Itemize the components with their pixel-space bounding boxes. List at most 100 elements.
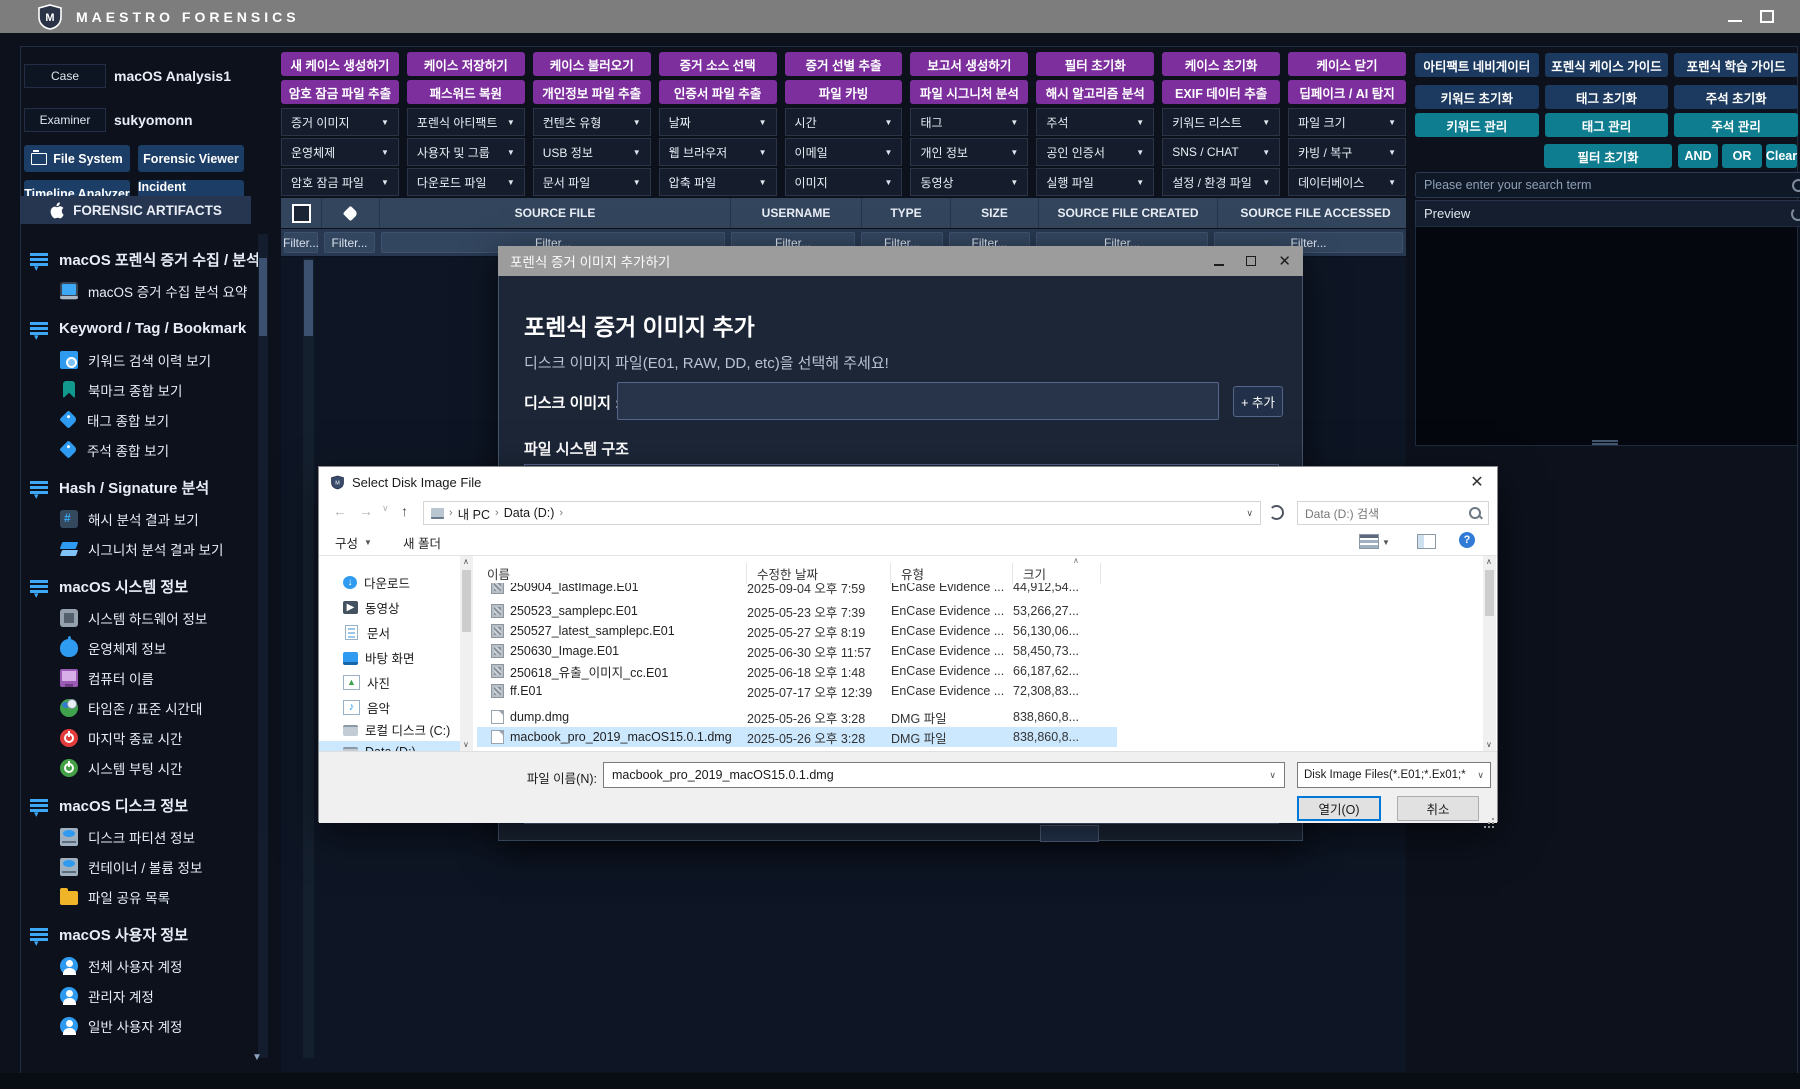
sidebar-section[interactable]: macOS 디스크 정보 <box>30 793 260 817</box>
sidebar-item[interactable]: 마지막 종료 시간 <box>60 727 260 748</box>
sidebar-item[interactable]: 전체 사용자 계정 <box>60 955 260 976</box>
tree-item[interactable]: 로컬 디스크 (C:) <box>319 719 459 740</box>
action-button[interactable]: EXIF 데이터 추출 <box>1162 80 1280 104</box>
panel-button[interactable]: 포렌식 케이스 가이드 <box>1545 53 1669 77</box>
list-scrollbar[interactable]: ∧ ∨ <box>1483 556 1496 751</box>
chevron-down-icon[interactable]: ∨ <box>1269 770 1276 781</box>
list-column-header[interactable]: 수정한 날짜 <box>747 563 891 584</box>
search-icon[interactable] <box>1792 179 1800 192</box>
sidebar-item[interactable]: 키워드 검색 이력 보기 <box>60 349 260 370</box>
filter-dropdown[interactable]: 개인 정보▼ <box>910 138 1028 166</box>
tree-item[interactable]: ♪음악 <box>319 697 459 718</box>
filter-dropdown[interactable]: 공인 인증서▼ <box>1036 138 1154 166</box>
refresh-icon[interactable] <box>1269 505 1284 520</box>
maximize-button[interactable] <box>1760 10 1774 23</box>
resize-grip[interactable] <box>1492 818 1494 820</box>
disk-image-input[interactable] <box>617 382 1219 420</box>
column-header[interactable]: USERNAME <box>731 198 862 228</box>
panel-button[interactable]: 포렌식 학습 가이드 <box>1674 53 1798 77</box>
action-button[interactable]: 증거 선별 추출 <box>785 52 903 76</box>
table-scrollbar-thumb[interactable] <box>304 260 313 336</box>
action-button[interactable]: 케이스 초기화 <box>1162 52 1280 76</box>
sidebar-item[interactable]: 시그니처 분석 결과 보기 <box>60 538 260 559</box>
action-button[interactable]: 보고서 생성하기 <box>910 52 1028 76</box>
clear-button[interactable]: Clear <box>1766 144 1797 168</box>
action-button[interactable]: 파일 카빙 <box>785 80 903 104</box>
list-column-header[interactable]: 크기 <box>1013 563 1101 584</box>
sidebar-scroll-down-icon[interactable]: ▼ <box>252 1052 262 1063</box>
sidebar-item[interactable]: 운영체제 정보 <box>60 637 260 658</box>
recent-locations-icon[interactable]: ∨ <box>382 503 389 514</box>
column-header[interactable]: SOURCE FILE <box>380 198 731 228</box>
file-row[interactable]: ff.E012025-07-17 오후 12:39EnCase Evidence… <box>477 681 1117 701</box>
sidebar-item[interactable]: 북마크 종합 보기 <box>60 379 260 400</box>
view-mode-icon[interactable] <box>1359 534 1379 549</box>
action-button[interactable]: 증거 소스 선택 <box>659 52 777 76</box>
action-button[interactable]: 패스워드 복원 <box>407 80 525 104</box>
column-header[interactable]: SOURCE FILE CREATED <box>1039 198 1218 228</box>
file-type-dropdown[interactable]: Disk Image Files(*.E01;*.Ex01;* ∨ <box>1297 762 1491 788</box>
sidebar-item[interactable]: 관리자 계정 <box>60 985 260 1006</box>
sidebar-scrollbar[interactable] <box>258 234 268 1058</box>
panel-button[interactable]: 키워드 관리 <box>1415 113 1539 137</box>
list-scrollbar-thumb[interactable] <box>1485 570 1494 616</box>
address-bar[interactable]: › 내 PC › Data (D:) › ∨ <box>423 501 1261 525</box>
or-button[interactable]: OR <box>1722 144 1762 168</box>
filter-dropdown[interactable]: 압축 파일▼ <box>659 168 777 196</box>
preview-resize-handle[interactable] <box>1592 440 1618 442</box>
action-button[interactable]: 암호 잠금 파일 추출 <box>281 80 399 104</box>
scroll-up-icon[interactable]: ∧ <box>1486 557 1492 566</box>
column-filter-input[interactable]: Filter... <box>324 232 375 253</box>
filter-dropdown[interactable]: 웹 브라우저▼ <box>659 138 777 166</box>
sidebar-item[interactable]: 일반 사용자 계정 <box>60 1015 260 1036</box>
sidebar-item[interactable]: 시스템 부팅 시간 <box>60 757 260 778</box>
action-button[interactable]: 개인정보 파일 추출 <box>533 80 651 104</box>
sidebar-item[interactable]: 컨테이너 / 볼륨 정보 <box>60 856 260 877</box>
open-button[interactable]: 열기(O) <box>1297 796 1381 821</box>
scroll-down-icon[interactable]: ∨ <box>1486 740 1492 749</box>
column-header[interactable]: SIZE <box>951 198 1039 228</box>
filter-dropdown[interactable]: 운영체제▼ <box>281 138 399 166</box>
filter-dropdown[interactable]: 이미지▼ <box>785 168 903 196</box>
address-dropdown-icon[interactable]: ∨ <box>1246 508 1253 519</box>
breadcrumb-my-pc[interactable]: 내 PC <box>458 504 490 523</box>
modal-partial-button[interactable] <box>1040 825 1099 842</box>
action-button[interactable]: 필터 초기화 <box>1036 52 1154 76</box>
filter-dropdown[interactable]: 포렌식 아티팩트▼ <box>407 108 525 136</box>
forward-icon[interactable]: → <box>359 503 373 519</box>
sidebar-section[interactable]: macOS 시스템 정보 <box>30 574 260 598</box>
filter-dropdown[interactable]: 암호 잠금 파일▼ <box>281 168 399 196</box>
filter-dropdown[interactable]: 이메일▼ <box>785 138 903 166</box>
filter-dropdown[interactable]: 문서 파일▼ <box>533 168 651 196</box>
new-folder-button[interactable]: 새 폴더 <box>403 533 441 552</box>
filter-dropdown[interactable]: 파일 크기▼ <box>1288 108 1406 136</box>
sidebar-item[interactable]: 파일 공유 목록 <box>60 886 260 907</box>
panel-button[interactable]: 아티팩트 네비게이터 <box>1415 53 1539 77</box>
filename-input[interactable]: macbook_pro_2019_macOS15.0.1.dmg ∨ <box>603 762 1285 788</box>
panel-button[interactable]: 태그 관리 <box>1545 113 1669 137</box>
up-icon[interactable]: ↑ <box>401 503 408 519</box>
tree-item[interactable]: Data (D:) <box>319 741 467 751</box>
help-icon[interactable]: ? <box>1459 532 1475 548</box>
tree-item[interactable]: ▶동영상 <box>319 597 459 618</box>
modal-minimize-icon[interactable] <box>1214 256 1224 266</box>
filter-dropdown[interactable]: 실행 파일▼ <box>1036 168 1154 196</box>
sidebar-item[interactable]: 타임존 / 표준 시간대 <box>60 697 260 718</box>
minimize-button[interactable] <box>1728 10 1742 22</box>
column-header[interactable]: TYPE <box>862 198 951 228</box>
column-filter-input[interactable]: Filter... <box>284 232 318 253</box>
sidebar-scrollbar-thumb[interactable] <box>259 258 267 336</box>
tree-item[interactable]: 바탕 화면 <box>319 647 459 668</box>
dialog-close-icon[interactable]: ✕ <box>1457 467 1497 497</box>
file-row[interactable]: 250523_samplepc.E012025-05-23 오후 7:39EnC… <box>477 601 1117 621</box>
tag-column-header[interactable] <box>322 198 380 228</box>
tree-item[interactable]: ▲사진 <box>319 672 459 693</box>
forensic-viewer-button[interactable]: Forensic Viewer <box>138 145 244 172</box>
preview-pane-icon[interactable] <box>1417 534 1436 549</box>
sidebar-item[interactable]: 컴퓨터 이름 <box>60 667 260 688</box>
sidebar-item[interactable]: 태그 종합 보기 <box>60 409 260 430</box>
modal-maximize-icon[interactable] <box>1246 256 1256 266</box>
file-row[interactable]: macbook_pro_2019_macOS15.0.1.dmg2025-05-… <box>477 727 1117 747</box>
panel-button[interactable]: 키워드 초기화 <box>1415 85 1539 109</box>
table-scrollbar[interactable] <box>303 258 314 1058</box>
